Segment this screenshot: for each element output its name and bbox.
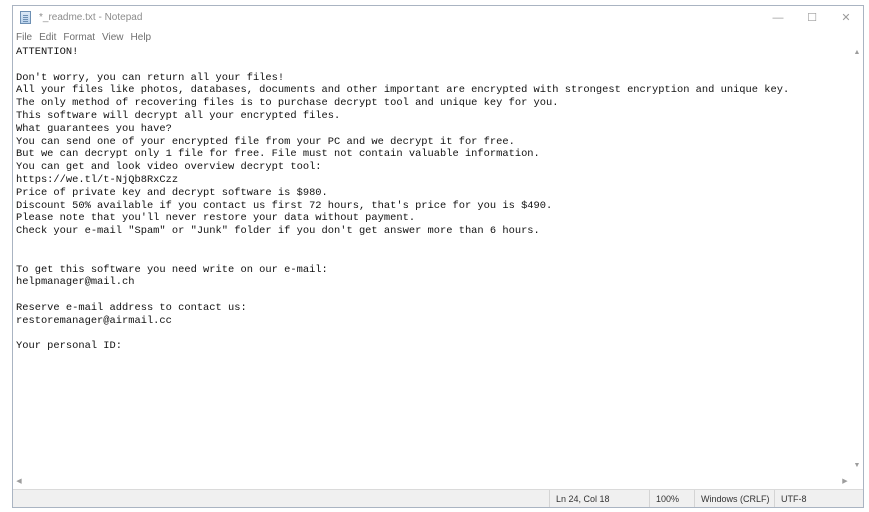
status-bar: Ln 24, Col 18 100% Windows (CRLF) UTF-8 bbox=[13, 489, 863, 507]
menu-view[interactable]: View bbox=[102, 32, 128, 43]
close-button[interactable]: ✕ bbox=[829, 6, 863, 29]
horizontal-scrollbar[interactable]: ◀ ▶ bbox=[13, 475, 851, 487]
document-text[interactable]: ATTENTION! Don't worry, you can return a… bbox=[13, 46, 851, 353]
scroll-down-icon[interactable]: ▼ bbox=[851, 459, 863, 471]
status-line-endings: Windows (CRLF) bbox=[694, 490, 774, 507]
notepad-window: *_readme.txt - Notepad — ☐ ✕ File Edit F… bbox=[12, 5, 864, 508]
window-controls: — ☐ ✕ bbox=[761, 6, 863, 29]
minimize-button[interactable]: — bbox=[761, 6, 795, 29]
status-encoding: UTF-8 bbox=[774, 490, 863, 507]
text-editor[interactable]: ATTENTION! Don't worry, you can return a… bbox=[13, 46, 851, 471]
menu-format[interactable]: Format bbox=[63, 32, 99, 43]
menu-bar: File Edit Format View Help bbox=[13, 29, 863, 46]
window-title: *_readme.txt - Notepad bbox=[39, 12, 143, 23]
scroll-right-icon[interactable]: ▶ bbox=[839, 475, 851, 487]
status-cursor-position: Ln 24, Col 18 bbox=[549, 490, 649, 507]
vertical-scrollbar[interactable]: ▲ ▼ bbox=[851, 46, 863, 471]
menu-file[interactable]: File bbox=[16, 32, 36, 43]
menu-edit[interactable]: Edit bbox=[39, 32, 60, 43]
status-zoom: 100% bbox=[649, 490, 694, 507]
title-bar[interactable]: *_readme.txt - Notepad — ☐ ✕ bbox=[13, 6, 863, 29]
scroll-left-icon[interactable]: ◀ bbox=[13, 475, 25, 487]
scroll-up-icon[interactable]: ▲ bbox=[851, 46, 863, 58]
notepad-icon bbox=[19, 10, 33, 25]
menu-help[interactable]: Help bbox=[131, 32, 156, 43]
maximize-button[interactable]: ☐ bbox=[795, 6, 829, 29]
